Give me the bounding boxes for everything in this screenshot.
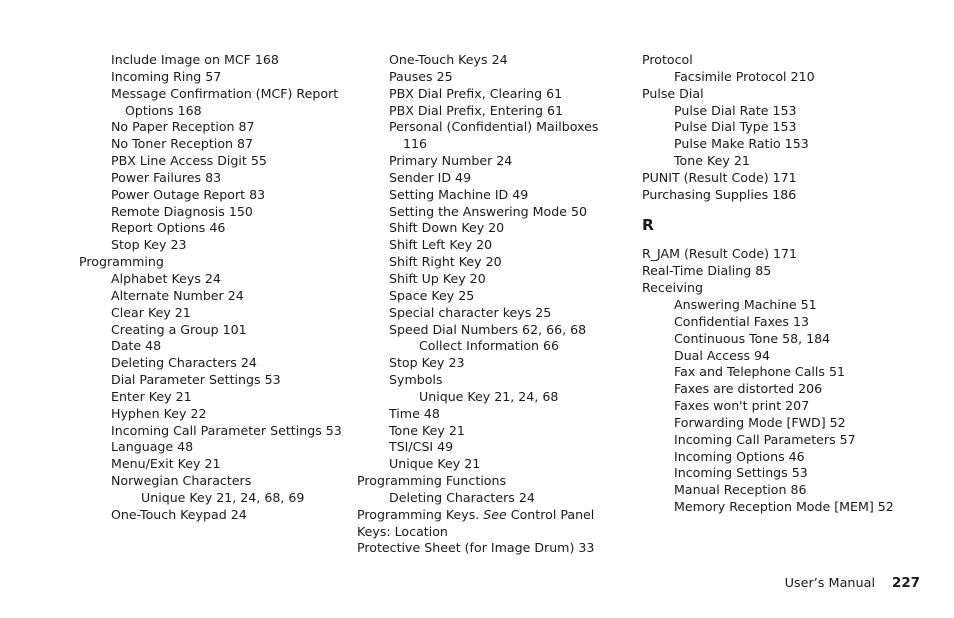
index-column-2: One-Touch Keys 24 Pauses 25 PBX Dial Prefi… [357, 52, 619, 557]
index-entry: Programming [79, 254, 164, 270]
index-entry: Unique Key 21 [389, 456, 481, 472]
index-entry: Fax and Telephone Calls 51 [674, 364, 846, 380]
index-entry: No Paper Reception 87 [111, 119, 255, 135]
index-entry: Date 48 [111, 338, 162, 354]
index-entry: Stop Key 23 [111, 237, 187, 253]
index-entry: Unique Key 21, 24, 68 [419, 388, 559, 404]
index-entry: Power Failures 83 [111, 169, 222, 185]
index-entry: Alphabet Keys 24 [111, 270, 221, 286]
index-entry: Remote Diagnosis 150 [111, 203, 253, 219]
index-entry: Shift Up Key 20 [389, 270, 486, 286]
index-entry: Unique Key 21, 24, 68, 69 [141, 489, 305, 505]
page-number: 227 [892, 576, 920, 591]
index-page: Include Image on MCF 168 Incoming Ring 57… [0, 0, 954, 618]
index-entry: Time 48 [389, 405, 440, 421]
index-entry: Setting the Answering Mode 50 [389, 203, 587, 219]
index-entry: Symbols [389, 372, 443, 388]
index-entry: Hyphen Key 22 [111, 405, 207, 421]
index-entry: Incoming Options 46 [674, 448, 805, 464]
index-entry: Shift Down Key 20 [389, 220, 505, 236]
index-entry: Creating a Group 101 [111, 321, 247, 337]
index-entry: Incoming Call Parameter Settings 53 [111, 422, 342, 438]
index-entry: Sender ID 49 [389, 169, 472, 185]
index-entry: Programming Keys. See Control Panel Keys… [357, 506, 595, 539]
index-entry: Pulse Dial Type 153 [674, 119, 797, 135]
index-entry: Norwegian Characters [111, 473, 252, 489]
index-entry: Purchasing Supplies 186 [642, 186, 797, 202]
index-entry: Incoming Ring 57 [111, 68, 222, 84]
index-entry: Special character keys 25 [389, 304, 552, 320]
index-entry: Include Image on MCF 168 [111, 52, 279, 67]
index-entry: Report Options 46 [111, 220, 226, 236]
index-entry: Stop Key 23 [389, 355, 465, 371]
index-entry: Memory Reception Mode [MEM] 52 [674, 499, 894, 515]
index-entry: Menu/Exit Key 21 [111, 456, 221, 472]
index-entry: Manual Reception 86 [674, 482, 807, 498]
index-entry: Answering Machine 51 [674, 296, 817, 312]
index-entry: Pulse Dial Rate 153 [674, 102, 797, 118]
index-entry: Shift Left Key 20 [389, 237, 493, 253]
manual-title: User’s Manual [784, 576, 876, 591]
index-entry: Receiving [642, 280, 704, 296]
index-entry: One-Touch Keypad 24 [111, 506, 247, 522]
index-column-1: Include Image on MCF 168 Incoming Ring 57… [79, 52, 351, 524]
index-entry: Forwarding Mode [FWD] 52 [674, 414, 846, 430]
index-entry: Speed Dial Numbers 62, 66, 68 [389, 321, 587, 337]
index-entry: Deleting Characters 24 [389, 489, 535, 505]
index-entry: Tone Key 21 [389, 422, 465, 438]
index-entry: Message Confirmation (MCF) Report Option… [111, 85, 339, 118]
index-entry: Protective Sheet (for Image Drum) 33 [357, 540, 595, 556]
index-entry: Faxes are distorted 206 [674, 381, 823, 397]
index-letter-heading: R [642, 215, 655, 234]
index-entry: Enter Key 21 [111, 388, 192, 404]
index-entry: Power Outage Report 83 [111, 186, 266, 202]
index-entry: Incoming Settings 53 [674, 465, 808, 481]
index-entry: Space Key 25 [389, 287, 475, 303]
index-entry: PBX Dial Prefix, Entering 61 [389, 102, 564, 118]
index-entry: Pulse Dial [642, 85, 704, 101]
index-entry: Alternate Number 24 [111, 287, 244, 303]
index-entry: Faxes won't print 207 [674, 398, 810, 414]
index-entry: Primary Number 24 [389, 153, 513, 169]
index-entry: Deleting Characters 24 [111, 355, 257, 371]
index-entry: Setting Machine ID 49 [389, 186, 529, 202]
index-entry: Dual Access 94 [674, 347, 771, 363]
index-entry: Personal (Confidential) Mailboxes 116 [389, 119, 599, 152]
index-entry: Pulse Make Ratio 153 [674, 136, 809, 152]
page-footer: User’s Manual 227 [785, 576, 920, 591]
index-column-3: Protocol Facsimile Protocol 210 Pulse Dial… [642, 52, 910, 516]
index-entry: PBX Dial Prefix, Clearing 61 [389, 85, 563, 101]
index-entry: Real-Time Dialing 85 [642, 263, 772, 279]
cross-reference-see: See [483, 506, 507, 522]
index-entry: Collect Information 66 [419, 338, 560, 354]
index-entry: Incoming Call Parameters 57 [674, 431, 856, 447]
index-entry: Tone Key 21 [674, 153, 750, 169]
index-entry: Programming Functions [357, 473, 507, 489]
index-entry: TSI/CSI 49 [389, 439, 454, 455]
index-entry: No Toner Reception 87 [111, 136, 254, 152]
index-entry: Language 48 [111, 439, 194, 455]
index-entry: Pauses 25 [389, 68, 453, 84]
index-entry: Protocol [642, 52, 693, 67]
index-entry: Continuous Tone 58, 184 [674, 330, 831, 346]
index-entry: One-Touch Keys 24 [389, 52, 508, 67]
index-entry: Dial Parameter Settings 53 [111, 372, 281, 388]
index-columns: Include Image on MCF 168 Incoming Ring 57… [0, 52, 954, 557]
index-entry: R_JAM (Result Code) 171 [642, 246, 798, 262]
index-entry: PBX Line Access Digit 55 [111, 153, 267, 169]
index-entry: Facsimile Protocol 210 [674, 68, 815, 84]
index-entry: PUNIT (Result Code) 171 [642, 169, 797, 185]
index-entry: Clear Key 21 [111, 304, 191, 320]
index-entry: Confidential Faxes 13 [674, 313, 810, 329]
index-entry: Shift Right Key 20 [389, 254, 502, 270]
